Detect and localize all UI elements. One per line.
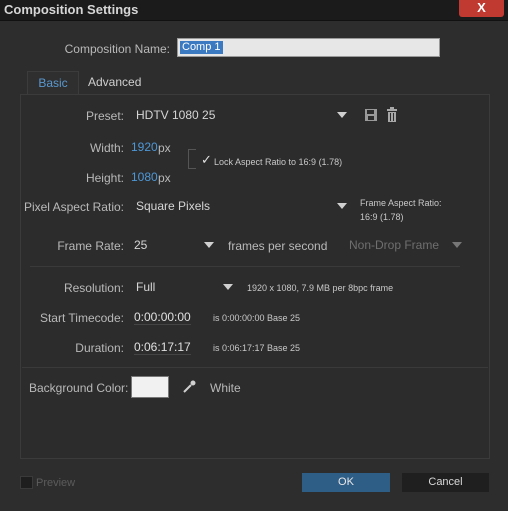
start-timecode-value: 0:00:00:00 (134, 310, 191, 325)
background-color-name: White (210, 381, 241, 395)
divider (22, 367, 488, 368)
frame-rate-value: 25 (134, 238, 148, 252)
lock-aspect-checkbox[interactable]: ✓ (201, 152, 212, 168)
duration-input[interactable]: 0:06:17:17 (131, 337, 206, 357)
resolution-label: Resolution: (63, 281, 124, 295)
start-timecode-info: is 0:00:00:00 Base 25 (213, 313, 301, 323)
width-value[interactable]: 1920 (131, 140, 158, 154)
background-color-swatch[interactable] (131, 376, 169, 398)
start-timecode-label: Start Timecode: (39, 311, 124, 325)
frame-aspect-value: 16:9 (1.78) (360, 212, 404, 222)
divider (30, 266, 460, 267)
duration-label: Duration: (75, 341, 124, 355)
background-color-label: Background Color: (29, 381, 129, 395)
chevron-down-icon (452, 242, 462, 248)
pixel-aspect-label: Pixel Aspect Ratio: (23, 200, 124, 214)
drop-frame-dropdown: Non-Drop Frame (344, 235, 466, 255)
delete-preset-icon[interactable] (385, 107, 399, 123)
eyedropper-icon[interactable] (181, 379, 197, 395)
resolution-info: 1920 x 1080, 7.9 MB per 8bpc frame (247, 283, 394, 293)
height-label: Height: (85, 171, 124, 185)
chevron-down-icon (337, 203, 347, 209)
frame-rate-label: Frame Rate: (57, 239, 124, 253)
save-preset-icon[interactable] (364, 108, 378, 122)
frame-rate-unit: frames per second (228, 239, 328, 253)
cancel-button[interactable]: Cancel (402, 473, 489, 492)
frame-aspect-label: Frame Aspect Ratio: (360, 198, 442, 208)
composition-name-label: Composition Name: (64, 42, 170, 56)
tab-basic[interactable]: Basic (27, 71, 79, 94)
height-value[interactable]: 1080 (131, 170, 158, 184)
window-title: Composition Settings (4, 2, 139, 17)
preview-checkbox[interactable] (20, 476, 33, 489)
preset-label: Preset: (85, 109, 124, 123)
close-button[interactable]: X (459, 0, 504, 17)
frame-rate-dropdown[interactable]: 25 (131, 235, 217, 255)
resolution-dropdown[interactable]: Full (131, 277, 237, 297)
preset-value: HDTV 1080 25 (136, 108, 216, 122)
ok-button[interactable]: OK (302, 473, 390, 492)
chevron-down-icon (204, 242, 214, 248)
duration-info: is 0:06:17:17 Base 25 (213, 343, 301, 353)
chevron-down-icon (223, 284, 233, 290)
resolution-value: Full (136, 280, 156, 294)
composition-name-value: Comp 1 (180, 41, 223, 54)
width-unit: px (158, 141, 171, 155)
tab-advanced[interactable]: Advanced (82, 71, 147, 93)
lock-aspect-label: Lock Aspect Ratio to 16:9 (1.78) (214, 157, 343, 167)
preset-dropdown[interactable]: HDTV 1080 25 (131, 105, 351, 125)
chevron-down-icon (337, 112, 347, 118)
duration-value: 0:06:17:17 (134, 340, 191, 355)
pixel-aspect-dropdown[interactable]: Square Pixels (131, 196, 351, 216)
link-bracket (188, 149, 196, 169)
pixel-aspect-value: Square Pixels (136, 199, 211, 213)
start-timecode-input[interactable]: 0:00:00:00 (131, 307, 206, 327)
title-bar: Composition Settings X (0, 0, 508, 21)
height-unit: px (158, 171, 171, 185)
preview-label: Preview (36, 477, 76, 489)
drop-frame-value: Non-Drop Frame (349, 238, 440, 252)
width-label: Width: (89, 141, 124, 155)
